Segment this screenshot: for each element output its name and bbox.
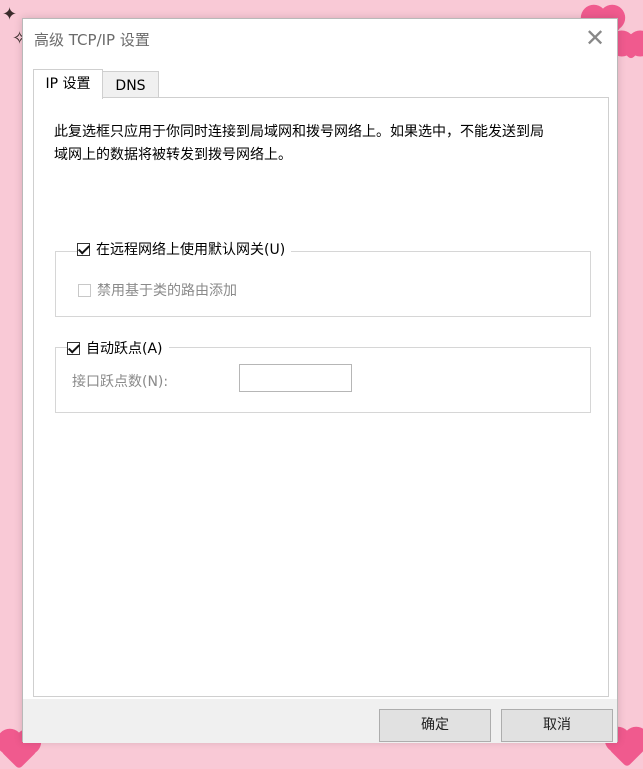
checkmark-icon[interactable] (67, 341, 80, 355)
interface-metric-label: 接口跃点数(N): (72, 374, 169, 390)
tab-dns[interactable]: DNS (103, 71, 159, 98)
checkmark-icon[interactable] (77, 242, 90, 256)
ip-settings-panel: 此复选框只应用于你同时连接到局域网和拨号网络上。如果选中，不能发送到局域网上的数… (33, 97, 609, 697)
cancel-button[interactable]: 取消 (501, 709, 613, 742)
automatic-metric-checkbox[interactable]: 自动跃点(A) (67, 338, 169, 358)
dialog-footer: 确定 取消 (23, 699, 617, 743)
disable-class-route-checkbox[interactable]: 禁用基于类的路由添加 (78, 280, 237, 300)
sparkle-icon: ✦ (2, 4, 18, 25)
close-icon[interactable]: ✕ (581, 25, 609, 53)
window-title: 高级 TCP/IP 设置 (34, 31, 150, 49)
advanced-tcpip-dialog: 高级 TCP/IP 设置 ✕ IP 设置 DNS 此复选框只应用于你同时连接到局… (22, 18, 618, 743)
checkbox-icon[interactable] (78, 283, 91, 297)
title-bar[interactable]: 高级 TCP/IP 设置 ✕ (23, 19, 617, 59)
ok-button[interactable]: 确定 (379, 709, 491, 742)
interface-metric-input[interactable] (239, 364, 352, 392)
tab-ip-settings[interactable]: IP 设置 (33, 69, 103, 99)
automatic-metric-label: 自动跃点(A) (86, 341, 163, 357)
heart-icon (618, 34, 643, 60)
disable-class-route-label: 禁用基于类的路由添加 (97, 283, 237, 299)
default-gateway-checkbox[interactable]: 在远程网络上使用默认网关(U) (77, 239, 292, 259)
default-gateway-label: 在远程网络上使用默认网关(U) (96, 242, 286, 258)
description-text: 此复选框只应用于你同时连接到局域网和拨号网络上。如果选中，不能发送到局域网上的数… (54, 124, 544, 163)
